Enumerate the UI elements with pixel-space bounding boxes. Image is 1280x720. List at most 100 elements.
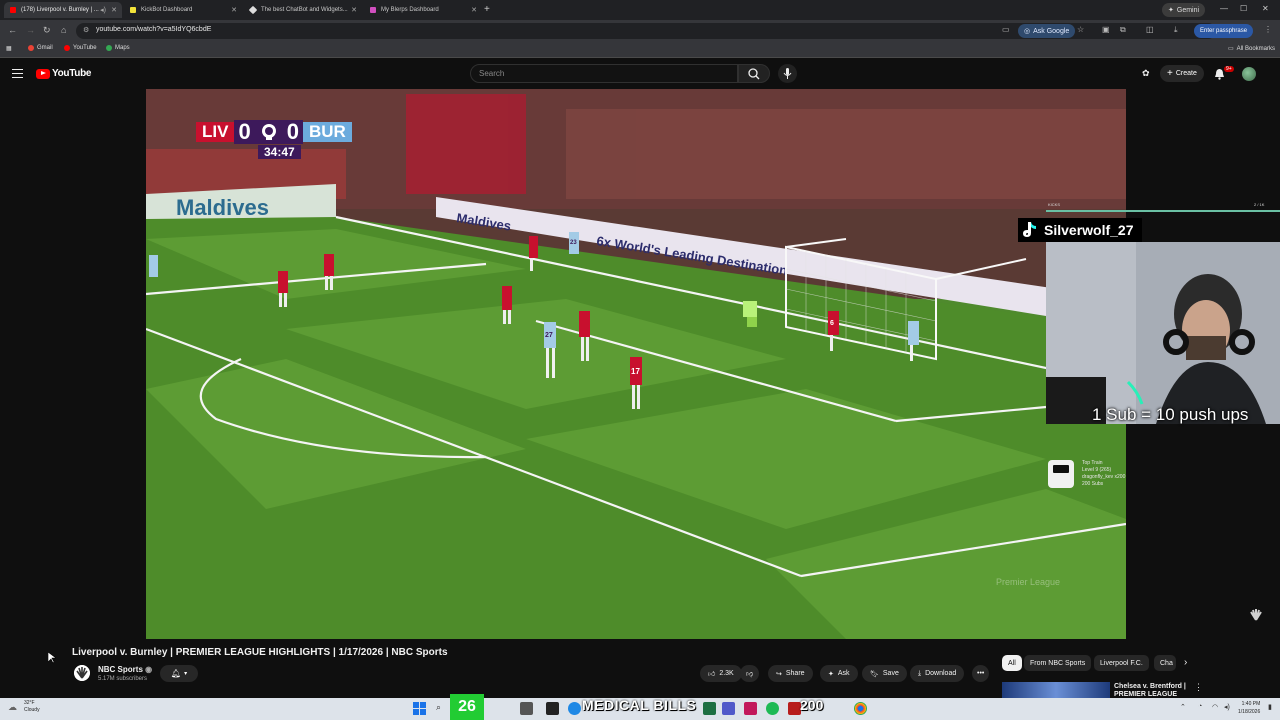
cloud-icon: ☁ <box>8 702 17 712</box>
windows-start-icon[interactable] <box>413 702 426 715</box>
cast-icon[interactable]: ▭ <box>1002 25 1010 34</box>
forward-icon[interactable]: → <box>26 25 35 35</box>
like-button[interactable]: 👍︎ 2.3K <box>700 665 742 682</box>
search-icon <box>748 68 760 80</box>
site-info-icon[interactable]: ⚙ <box>83 26 89 34</box>
recommended-video-thumbnail[interactable] <box>1002 682 1110 698</box>
jersey-number-23: 23 <box>570 240 577 246</box>
notification-center-icon[interactable]: ▮ <box>1268 703 1272 711</box>
browser-tab-kickbot[interactable]: KickBot Dashboard ✕ <box>124 2 242 18</box>
video-player[interactable]: Maldives Maldives 6x World's Leading Des… <box>146 89 1126 639</box>
close-tab-icon[interactable]: ✕ <box>351 6 357 14</box>
nbc-sports-channel-logo[interactable] <box>74 665 90 681</box>
task-view-icon[interactable] <box>520 702 533 715</box>
goal-count: 200 <box>800 697 824 713</box>
more-actions-button[interactable]: ••• <box>972 665 990 682</box>
tab-label: The best ChatBot and Widgets... <box>261 7 348 13</box>
gemini-label: Gemini <box>1176 6 1200 14</box>
notification-count-badge: 9+ <box>1224 66 1234 72</box>
bookmark-gmail[interactable]: Gmail <box>28 45 53 51</box>
browser-menu-icon[interactable]: ⋮ <box>1264 25 1272 34</box>
new-tab-button[interactable]: + <box>484 4 490 15</box>
browser-tab-chatbot[interactable]: The best ChatBot and Widgets... ✕ <box>244 2 362 18</box>
chrome-app-icon[interactable] <box>854 702 867 715</box>
create-button[interactable]: + Create <box>1160 65 1204 82</box>
share-button[interactable]: ↪ Share <box>768 665 813 682</box>
recommended-video-title[interactable]: Chelsea v. Brentford | PREMIER LEAGUE <box>1114 683 1186 699</box>
browser-tab-youtube[interactable]: (178) Liverpool v. Burnley | ... ◂) ✕ <box>4 2 122 18</box>
close-window-icon[interactable]: ✕ <box>1262 4 1269 13</box>
bookmark-star-icon[interactable]: ☆ <box>1077 25 1084 34</box>
ask-google-button[interactable]: ◎ Ask Google <box>1018 24 1076 38</box>
jersey-number-6: 6 <box>830 320 834 327</box>
excel-app-icon[interactable] <box>703 702 716 715</box>
taskbar-search-icon[interactable]: ⌕ <box>436 702 441 713</box>
away-score: 0 <box>286 119 299 144</box>
youtube-wordmark: YouTube <box>52 68 92 79</box>
bookmark-label: YouTube <box>73 45 97 51</box>
channel-name[interactable]: NBC Sports ◉ <box>98 665 152 674</box>
account-avatar[interactable] <box>1242 67 1256 81</box>
obs-app-icon[interactable] <box>744 702 757 715</box>
plus-icon: + <box>1167 68 1173 79</box>
save-button[interactable]: 🔖︎ Save <box>862 665 907 682</box>
enter-passphrase-button[interactable]: Enter passphrase <box>1194 24 1254 38</box>
close-tab-icon[interactable]: ✕ <box>231 6 237 14</box>
top-train-title: Top Train <box>1082 460 1103 466</box>
close-tab-icon[interactable]: ✕ <box>111 6 117 14</box>
browser-tab-blerps[interactable]: My Blerps Dashboard ✕ <box>364 2 482 18</box>
network-icon[interactable]: ◔ <box>1198 703 1202 710</box>
subscribed-notifications-button[interactable]: 🔔︎ ▾ <box>160 665 198 682</box>
edge-app-icon[interactable] <box>568 702 581 715</box>
kicks-count: 2 / 1K <box>1254 202 1265 207</box>
folder-icon: ▭ <box>1228 46 1234 52</box>
puzzle-icon[interactable]: ⧉ <box>1120 25 1126 35</box>
youtube-logo[interactable]: YouTube <box>36 68 92 79</box>
taskbar-clock[interactable]: 1:40 PM 1/18/2026 <box>1238 700 1260 716</box>
ask-button[interactable]: ✦ Ask <box>820 665 858 682</box>
spotify-app-icon[interactable] <box>766 702 779 715</box>
score-panel: 0 0 <box>234 119 303 144</box>
premier-league-watermark: Premier League <box>996 577 1061 587</box>
cast-to-device-icon[interactable]: ✿ <box>1142 68 1150 79</box>
download-arrow-icon: ⤓ <box>918 669 922 677</box>
volume-icon[interactable]: ◂) <box>1224 703 1230 711</box>
search-input[interactable]: Search <box>470 64 738 83</box>
all-bookmarks[interactable]: ▭ All Bookmarks <box>1228 45 1275 53</box>
maximize-icon[interactable]: ☐ <box>1240 4 1247 13</box>
minimize-icon[interactable]: — <box>1220 4 1228 13</box>
chip-truncated[interactable]: Cha <box>1154 655 1176 671</box>
close-tab-icon[interactable]: ✕ <box>471 6 477 14</box>
dislike-button[interactable]: 👎︎ <box>740 665 760 682</box>
home-icon[interactable]: ⌂ <box>61 25 66 35</box>
mouse-cursor-icon <box>48 652 56 664</box>
split-view-icon[interactable]: ◫ <box>1146 25 1154 34</box>
gemini-button[interactable]: ✦ Gemini <box>1162 3 1206 17</box>
blerp-favicon-icon <box>370 7 376 13</box>
chevron-right-icon[interactable]: › <box>1184 657 1187 668</box>
lens-icon: ◎ <box>1024 28 1031 35</box>
bookmark-maps[interactable]: Maps <box>106 45 130 51</box>
recommended-more-icon[interactable]: ⋮ <box>1194 682 1203 693</box>
tray-chevron-icon[interactable]: ⌃ <box>1180 703 1186 711</box>
hamburger-menu-icon[interactable] <box>12 69 23 78</box>
subscriber-count: 5.17M subscribers <box>98 676 148 682</box>
download-icon[interactable]: ⤓ <box>1174 25 1178 35</box>
back-icon[interactable]: ← <box>8 25 17 35</box>
reload-icon[interactable]: ↻ <box>43 25 51 36</box>
home-score: 0 <box>238 119 251 144</box>
extension-icon[interactable]: ▣ <box>1102 25 1110 34</box>
search-button[interactable] <box>738 64 770 83</box>
chip-liverpool-fc[interactable]: Liverpool F.C. <box>1094 655 1149 671</box>
terminal-app-icon[interactable] <box>546 702 559 715</box>
wifi-icon[interactable]: ◠ <box>1212 703 1218 711</box>
board-text-maldives-1: Maldives <box>176 195 269 220</box>
teams-app-icon[interactable] <box>722 702 735 715</box>
bookmark-youtube[interactable]: YouTube <box>64 45 97 51</box>
speaker-icon[interactable]: ◂) <box>100 6 106 14</box>
chip-from-nbc-sports[interactable]: From NBC Sports <box>1024 655 1092 671</box>
chip-all[interactable]: All <box>1002 655 1022 671</box>
download-button[interactable]: ⤓ Download <box>910 665 965 682</box>
voice-search-button[interactable] <box>778 64 797 83</box>
apps-grid-icon[interactable]: ▦ <box>6 45 12 52</box>
